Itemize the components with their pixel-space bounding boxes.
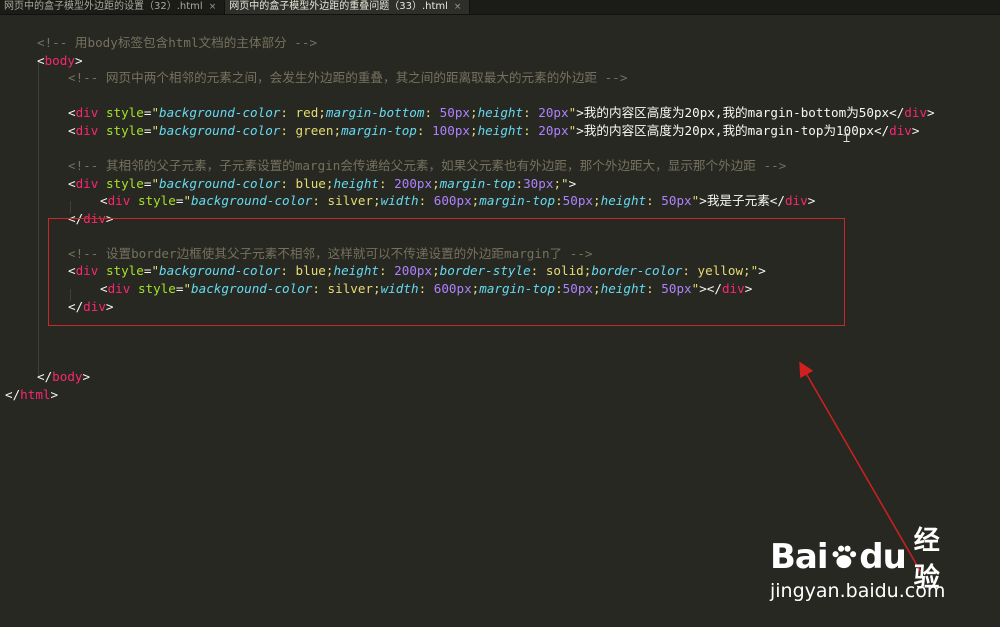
baidu-watermark: Bai du 经验 jingyan.baidu.com — [770, 520, 960, 608]
paw-icon — [832, 545, 856, 569]
watermark-url: jingyan.baidu.com — [770, 580, 946, 602]
